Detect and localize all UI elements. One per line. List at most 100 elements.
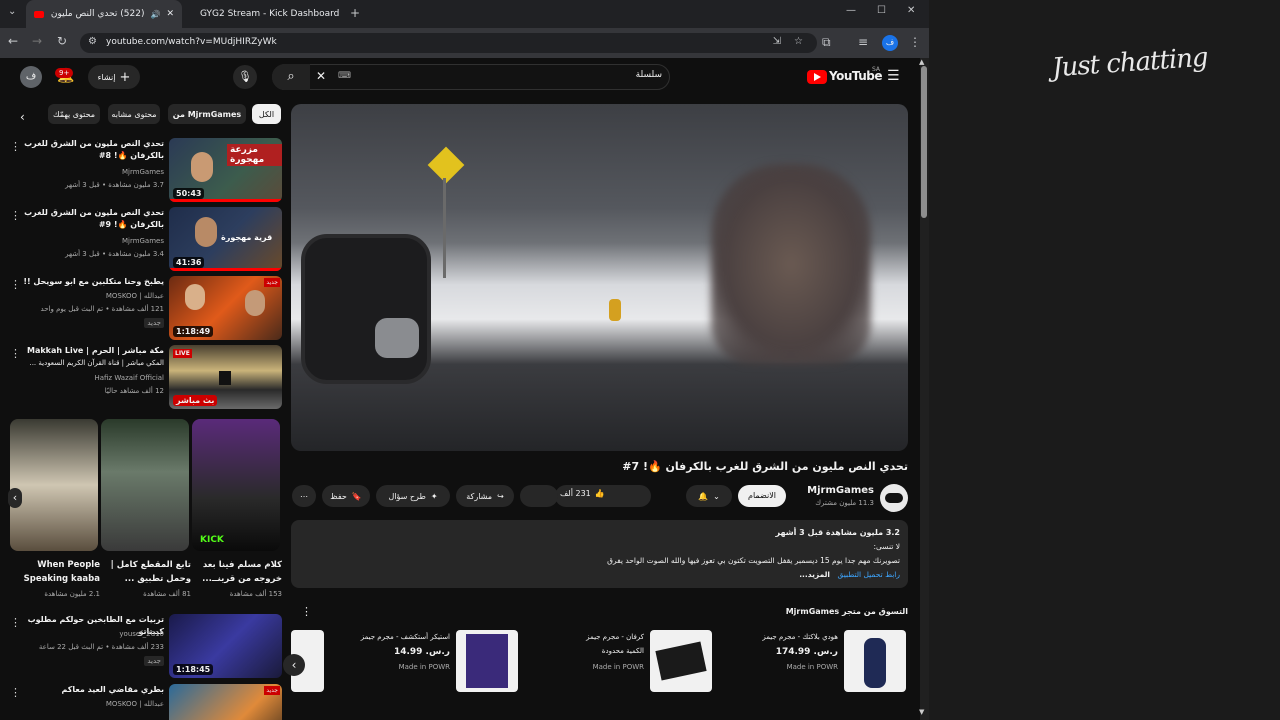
sticker-sheet-image — [466, 634, 508, 688]
short-title[interactable]: كلام مسلم فينا بعد خروجه من قرينــ... — [192, 558, 282, 586]
guide-menu-icon[interactable]: ☰ — [887, 68, 900, 84]
more-options-icon[interactable]: ⋮ — [10, 347, 21, 360]
more-options-icon[interactable]: ⋮ — [10, 686, 21, 699]
minimize-icon[interactable]: — — [846, 5, 856, 16]
video-thumbnail[interactable]: جديد — [169, 684, 282, 720]
subscribed-button[interactable]: 🔔 ⌄ — [686, 485, 732, 507]
product-image[interactable] — [456, 630, 518, 692]
speaker-icon[interactable]: 🔊 — [150, 10, 160, 19]
store-scroll-left-icon[interactable]: ‹ — [283, 654, 305, 676]
video-thumbnail[interactable]: 1:18:45 — [169, 614, 282, 678]
video-duration: 1:18:45 — [173, 664, 214, 675]
more-options-icon[interactable]: ⋮ — [10, 209, 21, 222]
keyboard-icon[interactable]: ⌨ — [338, 71, 351, 81]
channel-name[interactable]: عبدالله | MOSKOO — [14, 292, 164, 300]
tab-kick[interactable]: GYG2 Stream - Kick Dashboard ✕ — [186, 0, 346, 28]
search-icon[interactable]: ⌕ — [272, 64, 310, 90]
store-more-icon[interactable]: ⋮ — [301, 605, 312, 618]
related-video[interactable]: 1:18:45 تربيات مع الطابخين حولكم مطلوب ك… — [10, 614, 282, 678]
more-options-icon[interactable]: ⋮ — [10, 616, 21, 629]
voice-search-icon[interactable]: 🎙 — [233, 65, 257, 89]
site-info-icon[interactable]: ⚙ — [88, 36, 97, 47]
save-button[interactable]: 🔖 حفظ — [322, 485, 370, 507]
channel-avatar[interactable] — [880, 484, 908, 512]
video-title[interactable]: تحدي النص مليون من الشرق للغرب بالكرفان … — [22, 138, 164, 162]
create-button[interactable]: إنشاء + — [88, 65, 140, 89]
create-label: إنشاء — [97, 72, 116, 82]
chip-all[interactable]: الكل — [252, 104, 281, 124]
close-window-icon[interactable]: ✕ — [907, 5, 915, 16]
channel-name[interactable]: yousef_2010 — [14, 630, 164, 638]
related-video[interactable]: قرية مهجورة 41:36 تحدي النص مليون من الش… — [10, 207, 282, 271]
scroll-up-icon[interactable]: ▲ — [919, 58, 924, 66]
chip-recommended[interactable]: محتوى يهمّك — [48, 104, 100, 124]
scrollbar-thumb[interactable] — [921, 66, 927, 218]
product-image[interactable] — [650, 630, 712, 692]
product-title[interactable]: هودي بلاكتك - مجرم جيمز — [740, 633, 838, 641]
more-options-icon[interactable]: ⋮ — [10, 278, 21, 291]
product-title[interactable]: كرفان - مجرم جيمز — [546, 633, 644, 641]
video-thumbnail[interactable]: قرية مهجورة 41:36 — [169, 207, 282, 271]
search-input[interactable]: سلسلة — [560, 70, 662, 80]
account-avatar[interactable]: ف — [20, 66, 42, 88]
chip-from-channel[interactable]: من MjrmGames — [168, 104, 246, 124]
channel-name[interactable]: Hafiz Wazaif Official — [14, 374, 164, 382]
channel-name[interactable]: MjrmGames — [14, 237, 164, 245]
chip-related[interactable]: محتوى مشابه — [108, 104, 160, 124]
video-player[interactable] — [291, 104, 908, 451]
video-title[interactable]: بطري مقاضي العيد معاكم — [22, 684, 164, 696]
more-options-icon[interactable]: ⋮ — [10, 140, 21, 153]
scroll-down-icon[interactable]: ▼ — [919, 708, 924, 716]
tab-search-icon[interactable]: ⌄ — [8, 6, 16, 17]
short-title[interactable]: تابع المقطع كامل | وحمل تطبيق ... — [101, 558, 191, 586]
watched-progress-bar — [169, 199, 282, 202]
join-button[interactable]: الانضمام — [738, 485, 786, 507]
tab-close-icon[interactable]: ✕ — [166, 9, 174, 19]
forward-icon[interactable]: → — [32, 34, 42, 48]
shorts-scroll-left-icon[interactable]: ‹ — [8, 488, 22, 508]
reading-list-icon[interactable]: ≡ — [858, 35, 868, 49]
install-icon[interactable]: ⇲ — [773, 36, 781, 47]
chip-scroll-left-icon[interactable]: ‹ — [20, 110, 25, 124]
share-button[interactable]: ↪ مشاركة — [456, 485, 514, 507]
chrome-menu-icon[interactable]: ⋮ — [909, 35, 921, 49]
short-thumbnail[interactable] — [10, 419, 98, 551]
channel-name[interactable]: MjrmGames — [14, 168, 164, 176]
reload-icon[interactable]: ↻ — [57, 34, 67, 48]
new-tab-icon[interactable]: + — [350, 6, 360, 20]
related-video[interactable]: جديد بطري مقاضي العيد معاكم عبدالله | MO… — [10, 684, 282, 720]
channel-name[interactable]: MjrmGames — [790, 485, 874, 496]
dislike-button[interactable] — [520, 485, 558, 507]
video-title[interactable]: مكة مباشر | الحرم | Makkah Live — [22, 345, 164, 357]
show-more-button[interactable]: ...المزيد — [780, 570, 830, 579]
like-button[interactable]: 👍 231 ألف — [560, 489, 616, 498]
short-title[interactable]: When People Speaking kaaba — [10, 558, 100, 586]
related-video[interactable]: LIVE بث مباشر مكة مباشر | الحرم | Makkah… — [10, 345, 282, 409]
profile-avatar[interactable]: ف — [882, 35, 898, 51]
mask-logo-icon — [885, 493, 903, 503]
related-video[interactable]: مزرعة مهجورة 50:43 تحدي النص مليون من ال… — [10, 138, 282, 202]
more-actions-icon[interactable]: ⋯ — [292, 485, 316, 507]
short-thumbnail[interactable]: KICK — [192, 419, 280, 551]
clear-search-icon[interactable]: ✕ — [316, 69, 326, 83]
video-thumbnail[interactable]: جديد 1:18:49 — [169, 276, 282, 340]
short-thumbnail[interactable] — [101, 419, 189, 551]
url-field[interactable]: ⚙ youtube.com/watch?v=MUdjHIRZyWk ☆ ⇲ — [80, 33, 817, 53]
related-video[interactable]: جديد 1:18:49 يطبخ وحنا متكلبين مع ابو سو… — [10, 276, 282, 340]
extensions-icon[interactable]: ⧉ — [822, 35, 831, 50]
youtube-logo-icon[interactable] — [807, 70, 827, 84]
bookmark-star-icon[interactable]: ☆ — [794, 36, 803, 47]
video-thumbnail[interactable]: LIVE بث مباشر — [169, 345, 282, 409]
product-title[interactable]: استيكر أستكشف - مجرم جيمز — [352, 633, 450, 641]
product-image[interactable] — [844, 630, 906, 692]
back-icon[interactable]: ← — [8, 34, 18, 48]
video-thumbnail[interactable]: مزرعة مهجورة 50:43 — [169, 138, 282, 202]
video-title[interactable]: يطبخ وحنا متكلبين مع ابو سويحل !! — [22, 276, 164, 288]
maximize-icon[interactable]: ☐ — [877, 5, 886, 16]
ask-button[interactable]: ✦ طرح سؤال — [376, 485, 450, 507]
video-title-line2[interactable]: المكي مباشر | قناة القرآن الكريم السعودي… — [22, 357, 164, 369]
channel-name[interactable]: عبدالله | MOSKOO — [14, 700, 164, 708]
tab-youtube[interactable]: (522) تحدي النص مليون من 🔊 ✕ — [26, 0, 182, 28]
video-meta: 233 ألف مشاهدة • تم البث قبل 22 ساعة — [38, 643, 164, 651]
video-title[interactable]: تحدي النص مليون من الشرق للغرب بالكرفان … — [22, 207, 164, 231]
